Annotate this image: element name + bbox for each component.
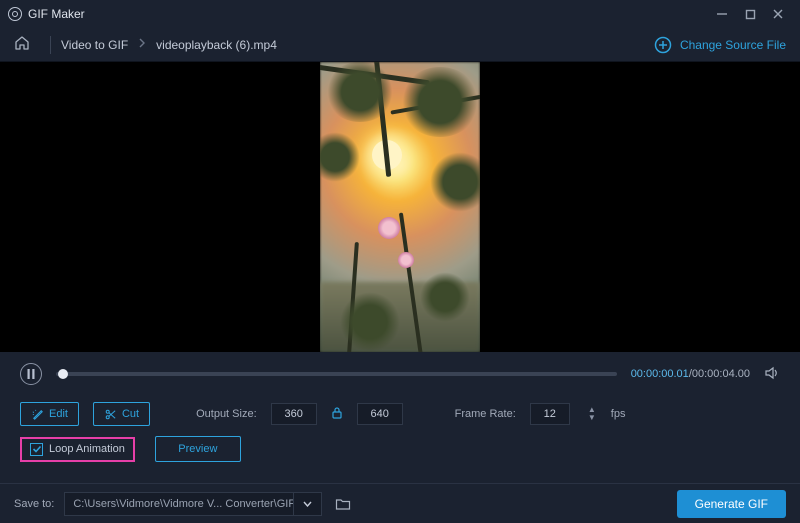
generate-gif-label: Generate GIF bbox=[695, 497, 768, 511]
breadcrumb-file: videoplayback (6).mp4 bbox=[156, 38, 277, 52]
volume-icon[interactable] bbox=[764, 365, 780, 384]
loop-animation-checkbox[interactable] bbox=[30, 443, 43, 456]
bottom-bar: Save to: C:\Users\Vidmore\Vidmore V... C… bbox=[0, 483, 800, 523]
caret-down-icon bbox=[303, 501, 312, 507]
fps-label: fps bbox=[611, 408, 626, 420]
frame-rate-label: Frame Rate: bbox=[455, 408, 516, 420]
title-bar: GIF Maker bbox=[0, 0, 800, 28]
output-height-input[interactable] bbox=[357, 403, 403, 425]
lock-aspect-icon[interactable] bbox=[331, 406, 343, 423]
check-icon bbox=[32, 444, 42, 454]
plus-circle-icon bbox=[654, 36, 672, 54]
frame-rate-stepper: ▲ ▼ bbox=[587, 403, 597, 425]
folder-icon bbox=[335, 497, 351, 511]
video-frame bbox=[320, 62, 480, 352]
change-source-button[interactable]: Change Source File bbox=[654, 36, 786, 54]
playback-bar: 00:00:00.01/00:00:04.00 bbox=[0, 352, 800, 396]
save-to-label: Save to: bbox=[14, 498, 54, 510]
controls-row: Edit Cut Output Size: Frame Rate: ▲ ▼ fp… bbox=[0, 396, 800, 426]
edit-label: Edit bbox=[49, 408, 68, 420]
pause-icon bbox=[27, 369, 35, 379]
breadcrumb-root[interactable]: Video to GIF bbox=[61, 38, 128, 52]
output-size-label: Output Size: bbox=[196, 408, 257, 420]
save-path-dropdown[interactable] bbox=[294, 492, 322, 516]
chevron-right-icon bbox=[138, 38, 146, 51]
time-total: 00:00:04.00 bbox=[692, 368, 750, 380]
breadcrumb-bar: Video to GIF videoplayback (6).mp4 Chang… bbox=[0, 28, 800, 62]
minimize-button[interactable] bbox=[708, 4, 736, 24]
time-current: 00:00:00.01 bbox=[631, 368, 689, 380]
loop-row: Loop Animation Preview bbox=[0, 426, 800, 470]
pause-button[interactable] bbox=[20, 363, 42, 385]
wand-icon bbox=[31, 408, 44, 421]
cut-label: Cut bbox=[122, 408, 139, 420]
preview-button[interactable]: Preview bbox=[155, 436, 241, 462]
divider bbox=[50, 36, 51, 54]
edit-button[interactable]: Edit bbox=[20, 402, 79, 426]
maximize-button[interactable] bbox=[736, 4, 764, 24]
seek-thumb[interactable] bbox=[58, 369, 68, 379]
save-path-display: C:\Users\Vidmore\Vidmore V... Converter\… bbox=[64, 492, 294, 516]
time-display: 00:00:00.01/00:00:04.00 bbox=[631, 368, 750, 380]
video-preview-area bbox=[0, 62, 800, 352]
frame-rate-input[interactable] bbox=[530, 403, 570, 425]
home-icon[interactable] bbox=[14, 35, 40, 54]
output-width-input[interactable] bbox=[271, 403, 317, 425]
app-title: GIF Maker bbox=[28, 7, 85, 21]
loop-animation-label: Loop Animation bbox=[49, 443, 125, 455]
seek-slider[interactable] bbox=[56, 372, 617, 376]
loop-animation-highlight: Loop Animation bbox=[20, 437, 135, 462]
change-source-label: Change Source File bbox=[680, 38, 786, 52]
scissors-icon bbox=[104, 408, 117, 421]
preview-label: Preview bbox=[178, 443, 217, 455]
app-icon bbox=[8, 7, 22, 21]
generate-gif-button[interactable]: Generate GIF bbox=[677, 490, 786, 518]
close-button[interactable] bbox=[764, 4, 792, 24]
cut-button[interactable]: Cut bbox=[93, 402, 150, 426]
stepper-down[interactable]: ▼ bbox=[587, 414, 597, 422]
open-folder-button[interactable] bbox=[332, 493, 354, 515]
